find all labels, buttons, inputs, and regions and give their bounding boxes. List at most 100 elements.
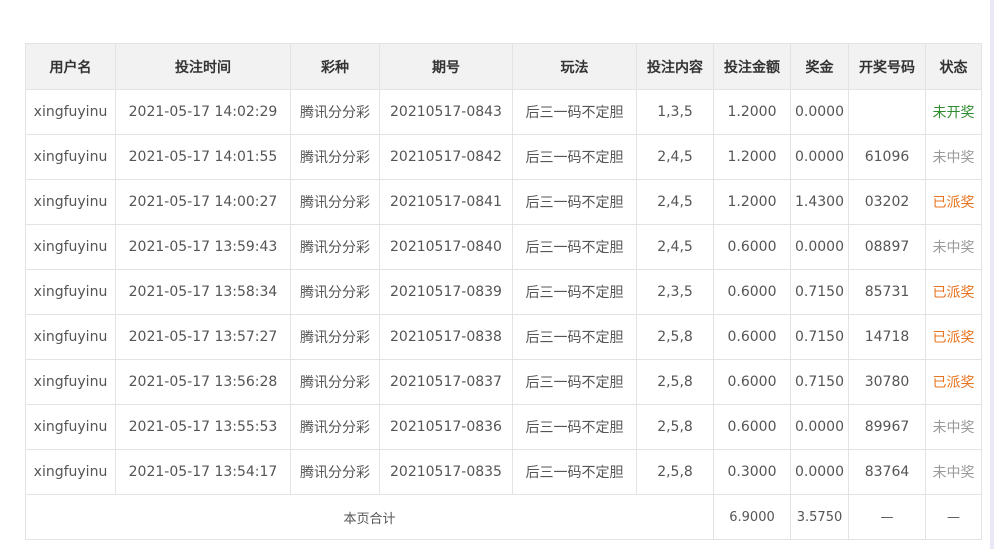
cell-lottery-type: 腾讯分分彩 bbox=[290, 89, 380, 135]
cell-lottery-type: 腾讯分分彩 bbox=[290, 269, 380, 315]
cell-play-method: 后三一码不定胆 bbox=[512, 134, 637, 180]
cell-winning-numbers: 83764 bbox=[848, 449, 926, 495]
table-row: xingfuyinu 2021-05-17 13:55:53 腾讯分分彩 202105… bbox=[25, 404, 982, 450]
cell-bet-time: 2021-05-17 14:01:55 bbox=[115, 134, 291, 180]
cell-play-method: 后三一码不定胆 bbox=[512, 224, 637, 270]
cell-bet-content: 2,4,5 bbox=[636, 224, 714, 270]
page: 用户名 投注时间 彩种 期号 玩法 投注内容 投注金额 奖金 开奖号码 状态 x… bbox=[0, 0, 994, 549]
cell-prize: 0.0000 bbox=[790, 449, 849, 495]
cell-lottery-type: 腾讯分分彩 bbox=[290, 134, 380, 180]
col-header-play-method: 玩法 bbox=[512, 43, 637, 90]
cell-winning-numbers: 14718 bbox=[848, 314, 926, 360]
cell-play-method: 后三一码不定胆 bbox=[512, 269, 637, 315]
cell-bet-content: 1,3,5 bbox=[636, 89, 714, 135]
col-header-lottery-type: 彩种 bbox=[290, 43, 380, 90]
cell-status: 已派奖 bbox=[925, 314, 982, 360]
cell-winning-numbers: 03202 bbox=[848, 179, 926, 225]
cell-issue-number: 20210517-0837 bbox=[379, 359, 513, 405]
cell-lottery-type: 腾讯分分彩 bbox=[290, 224, 380, 270]
cell-lottery-type: 腾讯分分彩 bbox=[290, 449, 380, 495]
cell-winning-numbers: 30780 bbox=[848, 359, 926, 405]
cell-bet-content: 2,4,5 bbox=[636, 134, 714, 180]
cell-prize: 0.0000 bbox=[790, 89, 849, 135]
cell-username: xingfuyinu bbox=[25, 89, 116, 135]
col-header-issue-number: 期号 bbox=[379, 43, 513, 90]
cell-bet-amount: 1.2000 bbox=[713, 134, 791, 180]
cell-issue-number: 20210517-0839 bbox=[379, 269, 513, 315]
cell-bet-content: 2,5,8 bbox=[636, 449, 714, 495]
cell-lottery-type: 腾讯分分彩 bbox=[290, 359, 380, 405]
cell-status: 已派奖 bbox=[925, 179, 982, 225]
cell-bet-time: 2021-05-17 13:56:28 bbox=[115, 359, 291, 405]
table-header-row: 用户名 投注时间 彩种 期号 玩法 投注内容 投注金额 奖金 开奖号码 状态 bbox=[25, 43, 982, 90]
page-total-amount: 6.9000 bbox=[713, 494, 791, 540]
col-header-prize: 奖金 bbox=[790, 43, 849, 90]
cell-lottery-type: 腾讯分分彩 bbox=[290, 314, 380, 360]
cell-prize: 0.7150 bbox=[790, 269, 849, 315]
cell-bet-content: 2,5,8 bbox=[636, 404, 714, 450]
cell-username: xingfuyinu bbox=[25, 269, 116, 315]
cell-bet-time: 2021-05-17 13:55:53 bbox=[115, 404, 291, 450]
cell-winning-numbers: 08897 bbox=[848, 224, 926, 270]
col-header-winning-numbers: 开奖号码 bbox=[848, 43, 926, 90]
cell-username: xingfuyinu bbox=[25, 314, 116, 360]
cell-bet-time: 2021-05-17 14:02:29 bbox=[115, 89, 291, 135]
cell-winning-numbers: 85731 bbox=[848, 269, 926, 315]
page-total-row: 本页合计 6.9000 3.5750 — — bbox=[25, 494, 982, 540]
table-row: xingfuyinu 2021-05-17 14:00:27 腾讯分分彩 202105… bbox=[25, 179, 982, 225]
cell-bet-time: 2021-05-17 13:57:27 bbox=[115, 314, 291, 360]
cell-username: xingfuyinu bbox=[25, 449, 116, 495]
cell-bet-amount: 0.6000 bbox=[713, 224, 791, 270]
cell-prize: 1.4300 bbox=[790, 179, 849, 225]
col-header-bet-amount: 投注金额 bbox=[713, 43, 791, 90]
bet-records-panel: 用户名 投注时间 彩种 期号 玩法 投注内容 投注金额 奖金 开奖号码 状态 x… bbox=[0, 0, 994, 549]
cell-winning-numbers bbox=[848, 89, 926, 135]
cell-prize: 0.0000 bbox=[790, 224, 849, 270]
cell-username: xingfuyinu bbox=[25, 179, 116, 225]
cell-lottery-type: 腾讯分分彩 bbox=[290, 179, 380, 225]
cell-issue-number: 20210517-0843 bbox=[379, 89, 513, 135]
col-header-username: 用户名 bbox=[25, 43, 116, 90]
cell-prize: 0.0000 bbox=[790, 134, 849, 180]
col-header-status: 状态 bbox=[925, 43, 982, 90]
cell-issue-number: 20210517-0835 bbox=[379, 449, 513, 495]
bet-records-table: 用户名 投注时间 彩种 期号 玩法 投注内容 投注金额 奖金 开奖号码 状态 x… bbox=[25, 43, 982, 540]
cell-bet-time: 2021-05-17 13:58:34 bbox=[115, 269, 291, 315]
cell-issue-number: 20210517-0836 bbox=[379, 404, 513, 450]
cell-status: 已派奖 bbox=[925, 269, 982, 315]
cell-status: 已派奖 bbox=[925, 359, 982, 405]
cell-prize: 0.7150 bbox=[790, 314, 849, 360]
page-total-numbers: — bbox=[848, 494, 926, 540]
cell-prize: 0.0000 bbox=[790, 404, 849, 450]
cell-issue-number: 20210517-0838 bbox=[379, 314, 513, 360]
cell-status: 未中奖 bbox=[925, 224, 982, 270]
cell-bet-content: 2,5,8 bbox=[636, 359, 714, 405]
cell-status: 未开奖 bbox=[925, 89, 982, 135]
table-row: xingfuyinu 2021-05-17 13:56:28 腾讯分分彩 202105… bbox=[25, 359, 982, 405]
cell-username: xingfuyinu bbox=[25, 134, 116, 180]
cell-bet-amount: 0.6000 bbox=[713, 359, 791, 405]
table-row: xingfuyinu 2021-05-17 13:58:34 腾讯分分彩 202105… bbox=[25, 269, 982, 315]
cell-issue-number: 20210517-0840 bbox=[379, 224, 513, 270]
cell-bet-amount: 0.6000 bbox=[713, 314, 791, 360]
table-row: xingfuyinu 2021-05-17 14:02:29 腾讯分分彩 202105… bbox=[25, 89, 982, 135]
cell-bet-content: 2,4,5 bbox=[636, 179, 714, 225]
cell-bet-amount: 1.2000 bbox=[713, 179, 791, 225]
cell-winning-numbers: 89967 bbox=[848, 404, 926, 450]
page-total-status: — bbox=[925, 494, 982, 540]
cell-issue-number: 20210517-0841 bbox=[379, 179, 513, 225]
page-total-label: 本页合计 bbox=[25, 494, 714, 540]
table-body: xingfuyinu 2021-05-17 14:02:29 腾讯分分彩 202105… bbox=[25, 89, 982, 495]
page-total-prize: 3.5750 bbox=[790, 494, 849, 540]
cell-play-method: 后三一码不定胆 bbox=[512, 89, 637, 135]
col-header-bet-time: 投注时间 bbox=[115, 43, 291, 90]
cell-status: 未中奖 bbox=[925, 404, 982, 450]
cell-play-method: 后三一码不定胆 bbox=[512, 449, 637, 495]
cell-play-method: 后三一码不定胆 bbox=[512, 404, 637, 450]
cell-bet-amount: 0.3000 bbox=[713, 449, 791, 495]
cell-lottery-type: 腾讯分分彩 bbox=[290, 404, 380, 450]
cell-bet-amount: 0.6000 bbox=[713, 269, 791, 315]
cell-username: xingfuyinu bbox=[25, 224, 116, 270]
cell-username: xingfuyinu bbox=[25, 404, 116, 450]
cell-status: 未中奖 bbox=[925, 449, 982, 495]
